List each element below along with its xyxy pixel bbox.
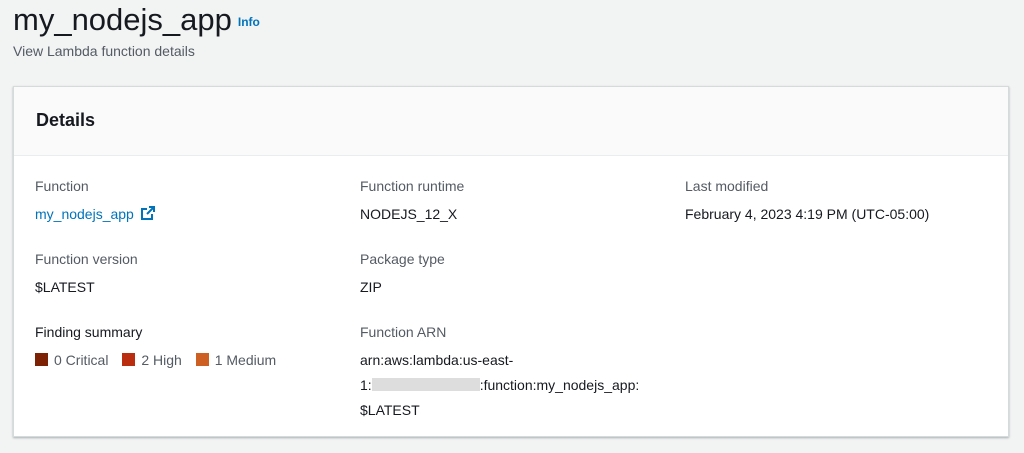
- info-link[interactable]: Info: [238, 15, 260, 29]
- medium-swatch: [195, 353, 209, 366]
- arn-label: Function ARN: [360, 324, 447, 340]
- version-label: Function version: [35, 251, 138, 267]
- arn-line-2-suffix: :function:my_nodejs_app:: [479, 377, 640, 393]
- critical-swatch: [35, 353, 48, 366]
- arn-value: arn:aws:lambda:us-east- 1: :function:my_n…: [360, 348, 639, 423]
- page-subtitle: View Lambda function details: [13, 43, 195, 59]
- version-value: $LATEST: [35, 279, 95, 295]
- arn-line-3: $LATEST: [360, 402, 420, 418]
- high-count: 2 High: [141, 352, 182, 368]
- column-3: Last modified February 4, 2023 4:19 PM (…: [685, 178, 929, 251]
- title-text: my_nodejs_app: [13, 2, 232, 37]
- panel-header: Details: [14, 87, 1008, 156]
- critical-count: 0 Critical: [54, 352, 109, 368]
- page-title: my_nodejs_app Info: [13, 2, 260, 38]
- redacted-account-id: [371, 378, 480, 391]
- external-link-icon: [140, 206, 155, 220]
- arn-line-2-prefix: 1:: [360, 377, 372, 393]
- runtime-value: NODEJS_12_X: [360, 206, 458, 222]
- modified-label: Last modified: [685, 178, 769, 194]
- runtime-label: Function runtime: [360, 178, 465, 194]
- details-heading: Details: [36, 110, 96, 130]
- package-label: Package type: [360, 251, 445, 267]
- modified-value: February 4, 2023 4:19 PM (UTC-05:00): [685, 206, 930, 222]
- arn-line-1: arn:aws:lambda:us-east-: [360, 352, 514, 368]
- finding-summary: 0 Critical 2 High 1 Medium: [35, 348, 286, 373]
- package-value: ZIP: [360, 279, 382, 295]
- medium-count: 1 Medium: [214, 352, 277, 368]
- column-2: Function runtime NODEJS_12_X Package typ…: [360, 178, 639, 418]
- column-1: Function my_nodejs_app Function version …: [35, 178, 286, 397]
- function-label: Function: [35, 178, 89, 194]
- high-swatch: [122, 353, 136, 366]
- function-link-text: my_nodejs_app: [35, 206, 134, 222]
- function-link[interactable]: my_nodejs_app: [35, 206, 155, 222]
- details-panel: Details Function my_nodejs_app Function …: [13, 86, 1009, 437]
- finding-summary-label: Finding summary: [35, 324, 143, 340]
